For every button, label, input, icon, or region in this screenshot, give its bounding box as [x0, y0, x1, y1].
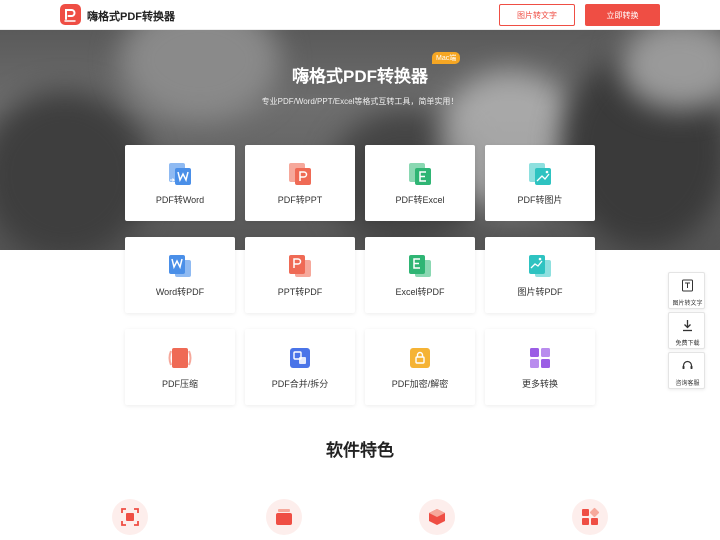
image-to-pdf-icon [529, 255, 551, 277]
tool-label: Excel转PDF [395, 287, 445, 297]
tool-card-pdf-to-image[interactable]: PDF转图片 [485, 145, 595, 221]
side-support[interactable]: 咨询客服 [668, 352, 705, 389]
cube-icon [429, 509, 445, 525]
tool-label: PDF转PPT [277, 195, 323, 205]
layers-icon [276, 509, 292, 525]
app-logo-icon[interactable] [60, 4, 81, 25]
apps-icon [582, 507, 600, 525]
pdf-to-image-icon [529, 163, 551, 185]
image-to-text-button[interactable]: 图片转文字 [499, 4, 575, 26]
tool-card-image-to-pdf[interactable]: 图片转PDF [485, 237, 595, 313]
tool-card-more[interactable]: 更多转换 [485, 329, 595, 405]
tool-label: 图片转PDF [517, 287, 563, 297]
side-label: 咨询客服 [675, 381, 700, 387]
image-text-icon [682, 279, 693, 292]
hero-subtitle: 专业PDF/Word/PPT/Excel等格式互转工具，简单实用！ [261, 97, 459, 106]
tool-label: Word转PDF [155, 287, 205, 297]
tool-card-pdf-to-excel[interactable]: PDF转Excel [365, 145, 475, 221]
tool-label: PDF转Word [155, 195, 205, 205]
tool-label: PDF压缩 [161, 379, 198, 389]
side-label: 免费下载 [675, 341, 700, 347]
hero-title: 嗨格式PDF转换器 [292, 67, 428, 86]
feature-item [266, 499, 302, 535]
feature-item [112, 499, 148, 535]
tool-card-ppt-to-pdf[interactable]: PPT转PDF [245, 237, 355, 313]
pdf-to-excel-icon [409, 163, 431, 185]
tool-label: PDF转Excel [395, 195, 445, 205]
brand-name[interactable]: 嗨格式PDF转换器 [87, 8, 175, 24]
pdf-compress-icon [168, 348, 192, 368]
scan-icon [121, 508, 139, 526]
pdf-to-word-icon [169, 163, 191, 185]
side-download[interactable]: 免费下载 [668, 312, 705, 349]
tool-label: PDF加密/解密 [391, 379, 449, 389]
word-to-pdf-icon [169, 255, 191, 277]
pdf-lock-icon [410, 348, 430, 368]
download-icon [683, 320, 692, 332]
feature-item [572, 499, 608, 535]
tool-label: PDF合并/拆分 [271, 379, 329, 389]
tool-card-pdf-compress[interactable]: PDF压缩 [125, 329, 235, 405]
tool-card-excel-to-pdf[interactable]: Excel转PDF [365, 237, 475, 313]
ppt-to-pdf-icon [289, 255, 311, 277]
tool-label: 更多转换 [521, 379, 558, 389]
side-label: 图片转文字 [672, 301, 703, 307]
tool-card-pdf-to-word[interactable]: PDF转Word [125, 145, 235, 221]
tool-card-word-to-pdf[interactable]: Word转PDF [125, 237, 235, 313]
tool-label: PPT转PDF [277, 287, 323, 297]
features-title: 软件特色 [326, 441, 394, 460]
pdf-merge-split-icon [290, 348, 310, 368]
tool-card-pdf-lock[interactable]: PDF加密/解密 [365, 329, 475, 405]
tool-card-pdf-to-ppt[interactable]: PDF转PPT [245, 145, 355, 221]
mac-badge: Mac端 [432, 52, 461, 64]
tool-card-pdf-merge-split[interactable]: PDF合并/拆分 [245, 329, 355, 405]
feature-item [419, 499, 455, 535]
hero-banner: 嗨格式PDF转换器 Mac端 专业PDF/Word/PPT/Excel等格式互转… [0, 30, 720, 250]
pdf-to-ppt-icon [289, 163, 311, 185]
top-header: 嗨格式PDF转换器 图片转文字 立即转换 [0, 0, 720, 30]
more-grid-icon [530, 348, 550, 368]
headset-icon [682, 360, 693, 369]
convert-now-button[interactable]: 立即转换 [585, 4, 660, 26]
excel-to-pdf-icon [409, 255, 431, 277]
tool-label: PDF转图片 [517, 195, 563, 205]
side-image-to-text[interactable]: 图片转文字 [668, 272, 705, 309]
